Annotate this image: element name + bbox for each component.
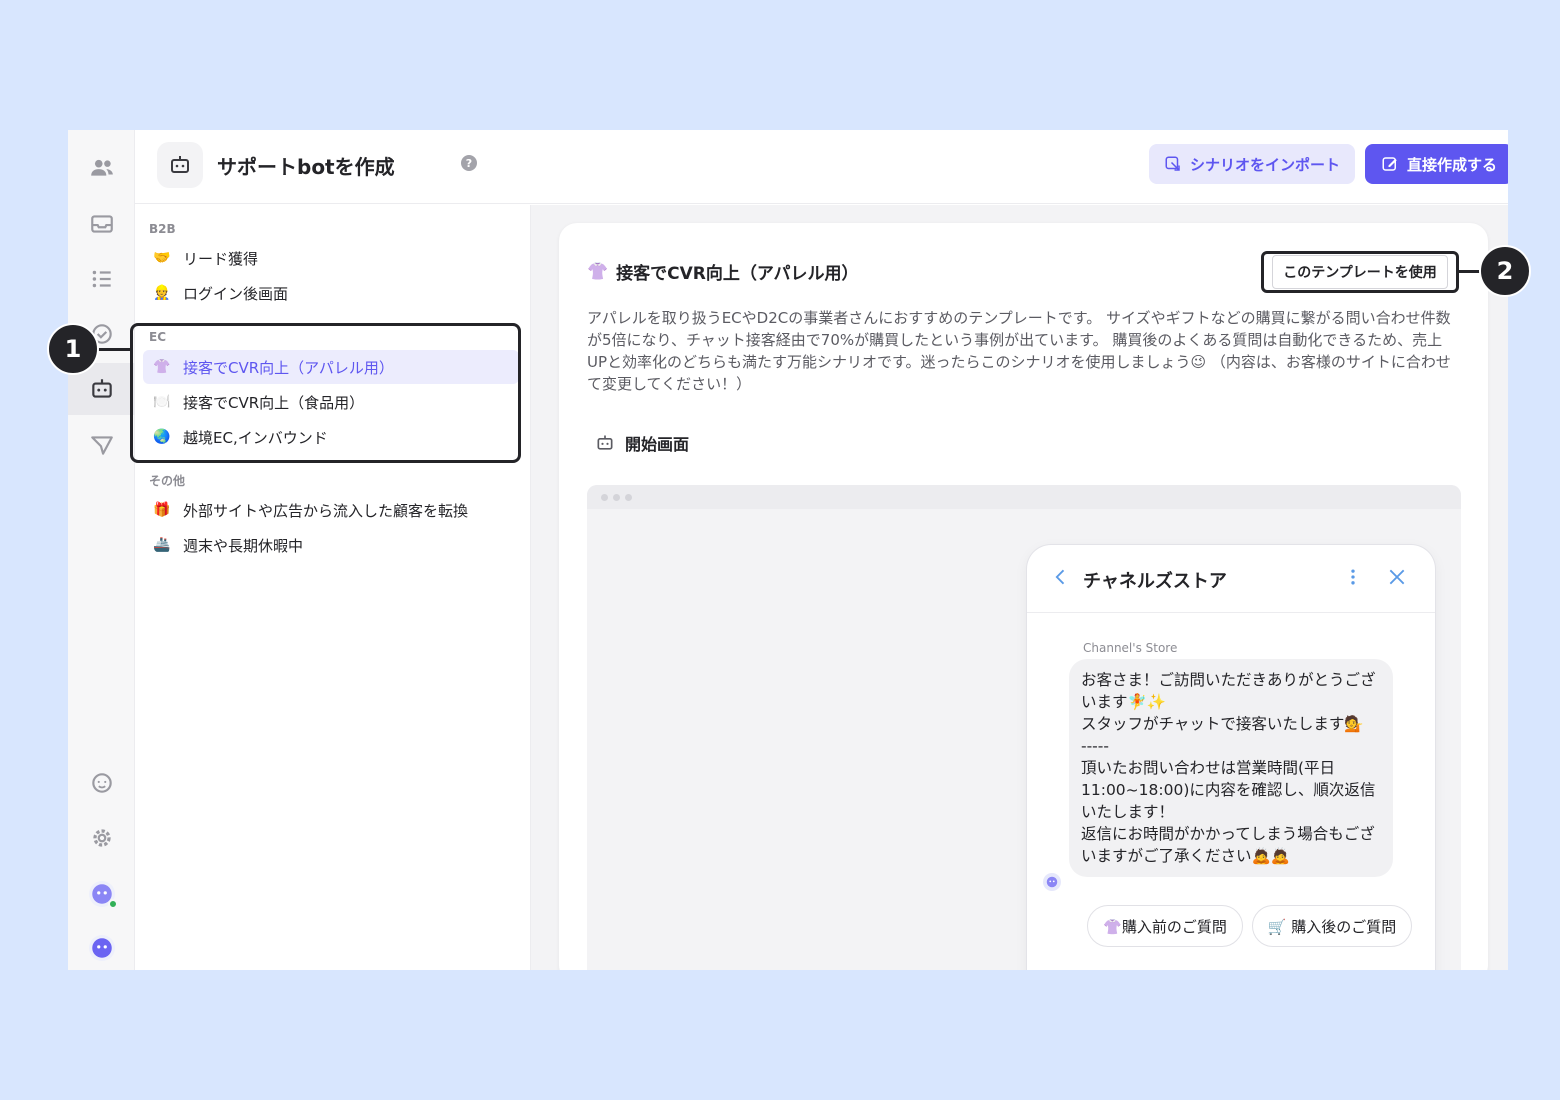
window-dot <box>613 493 620 501</box>
rail-contacts[interactable] <box>68 142 135 194</box>
app-window: サポートbotを作成 ? シナリオをインポート 直接作成する B2B 🤝 リード… <box>68 130 1508 970</box>
help-icon[interactable]: ? <box>461 155 477 171</box>
template-preview-area: 👚 接客でCVR向上（アパレル用） このテンプレートを使用 アパレルを取り扱うE… <box>531 205 1508 970</box>
rail-list[interactable] <box>68 253 135 305</box>
rail-send[interactable] <box>68 419 135 471</box>
template-detail-card: 👚 接客でCVR向上（アパレル用） このテンプレートを使用 アパレルを取り扱うE… <box>559 223 1488 970</box>
modal-header: サポートbotを作成 ? シナリオをインポート 直接作成する <box>135 130 1508 204</box>
template-label: 週末や長期休暇中 <box>183 536 304 555</box>
quick-reply-button[interactable]: 🛒 購入後のご質問 <box>1252 905 1412 947</box>
callout-badge-1: 1 <box>47 323 99 375</box>
shirt-icon: 👚 <box>587 261 609 282</box>
message-sender: Channel's Store <box>1083 641 1178 655</box>
template-item[interactable]: 🚢 週末や長期休暇中 <box>143 528 519 562</box>
template-title-text: 接客でCVR向上（アパレル用） <box>616 264 859 284</box>
messenger-header: チャネルズストア <box>1027 545 1435 613</box>
use-template-label: このテンプレートを使用 <box>1272 255 1448 289</box>
template-item[interactable]: 🤝 リード獲得 <box>143 241 519 275</box>
callout-highlight-ec <box>130 323 521 463</box>
template-label: ログイン後画面 <box>183 284 289 303</box>
create-directly-button[interactable]: 直接作成する <box>1365 144 1508 184</box>
create-label: 直接作成する <box>1406 155 1497 174</box>
import-label: シナリオをインポート <box>1189 155 1340 174</box>
worker-icon: 👷 <box>153 285 171 301</box>
messenger-title: チャネルズストア <box>1083 571 1227 592</box>
messenger-preview: チャネルズストア Channel's Store お客さま！ご訪問いただきありが… <box>1027 545 1435 970</box>
gift-icon: 🎁 <box>153 502 171 518</box>
browser-mockup: チャネルズストア Channel's Store お客さま！ご訪問いただきありが… <box>587 485 1461 970</box>
start-screen-heading: 開始画面 <box>595 431 689 455</box>
send-icon <box>90 436 113 455</box>
chevron-left-icon[interactable] <box>1051 567 1071 587</box>
section-label-other: その他 <box>149 474 186 488</box>
rail-help[interactable] <box>68 757 135 809</box>
rail-settings[interactable] <box>68 812 135 864</box>
inbox-icon <box>90 215 113 233</box>
bot-icon <box>91 379 112 398</box>
template-title: 👚 接客でCVR向上（アパレル用） <box>587 259 859 285</box>
start-screen-label: 開始画面 <box>625 435 690 454</box>
import-scenario-button[interactable]: シナリオをインポート <box>1149 144 1355 184</box>
use-template-button[interactable]: このテンプレートを使用 <box>1261 251 1459 293</box>
more-vertical-icon[interactable] <box>1343 567 1363 587</box>
callout-badge-2: 2 <box>1479 245 1531 297</box>
left-rail <box>68 130 135 970</box>
user-avatar <box>88 881 118 909</box>
online-status-dot <box>107 899 118 909</box>
template-item[interactable]: 👷 ログイン後画面 <box>143 276 519 310</box>
chat-smile-icon <box>91 773 112 793</box>
template-list: B2B 🤝 リード獲得 👷 ログイン後画面 EC 👚 接客でCVR向上（アパレル… <box>135 205 531 970</box>
section-label-b2b: B2B <box>149 222 176 236</box>
edit-icon <box>1382 157 1397 171</box>
browser-bar <box>587 485 1461 509</box>
bot-icon <box>597 435 613 450</box>
close-icon[interactable] <box>1387 567 1407 587</box>
template-label: 外部サイトや広告から流入した顧客を転換 <box>183 501 469 520</box>
template-item[interactable]: 🎁 外部サイトや広告から流入した顧客を転換 <box>143 493 519 527</box>
window-dot <box>601 493 608 501</box>
window-dot <box>625 493 632 501</box>
callout-connector <box>95 348 131 351</box>
handshake-icon: 🤝 <box>153 250 171 266</box>
rail-inbox[interactable] <box>68 198 135 250</box>
users-icon <box>90 159 113 176</box>
bot-avatar <box>1043 873 1061 891</box>
ghost-icon <box>91 938 112 958</box>
ship-icon: 🚢 <box>153 537 171 553</box>
import-icon <box>1165 156 1180 171</box>
page-title: サポートbotを作成 <box>217 155 395 179</box>
rail-channel[interactable] <box>68 922 135 970</box>
bot-icon <box>157 142 203 188</box>
list-icon <box>92 270 111 288</box>
ghost-icon <box>1046 876 1058 888</box>
quick-reply-button[interactable]: 👚購入前のご質問 <box>1087 905 1243 947</box>
rail-profile[interactable] <box>68 868 135 920</box>
message-bubble: お客さま！ご訪問いただきありがとうございます🧚✨ スタッフがチャットで接客いたし… <box>1069 659 1393 877</box>
template-description: アパレルを取り扱うECやD2Cの事業者さんにおすすめのテンプレートです。 サイズ… <box>587 309 1451 393</box>
template-label: リード獲得 <box>183 249 259 268</box>
channel-avatar <box>88 935 115 961</box>
gear-icon <box>92 829 111 847</box>
